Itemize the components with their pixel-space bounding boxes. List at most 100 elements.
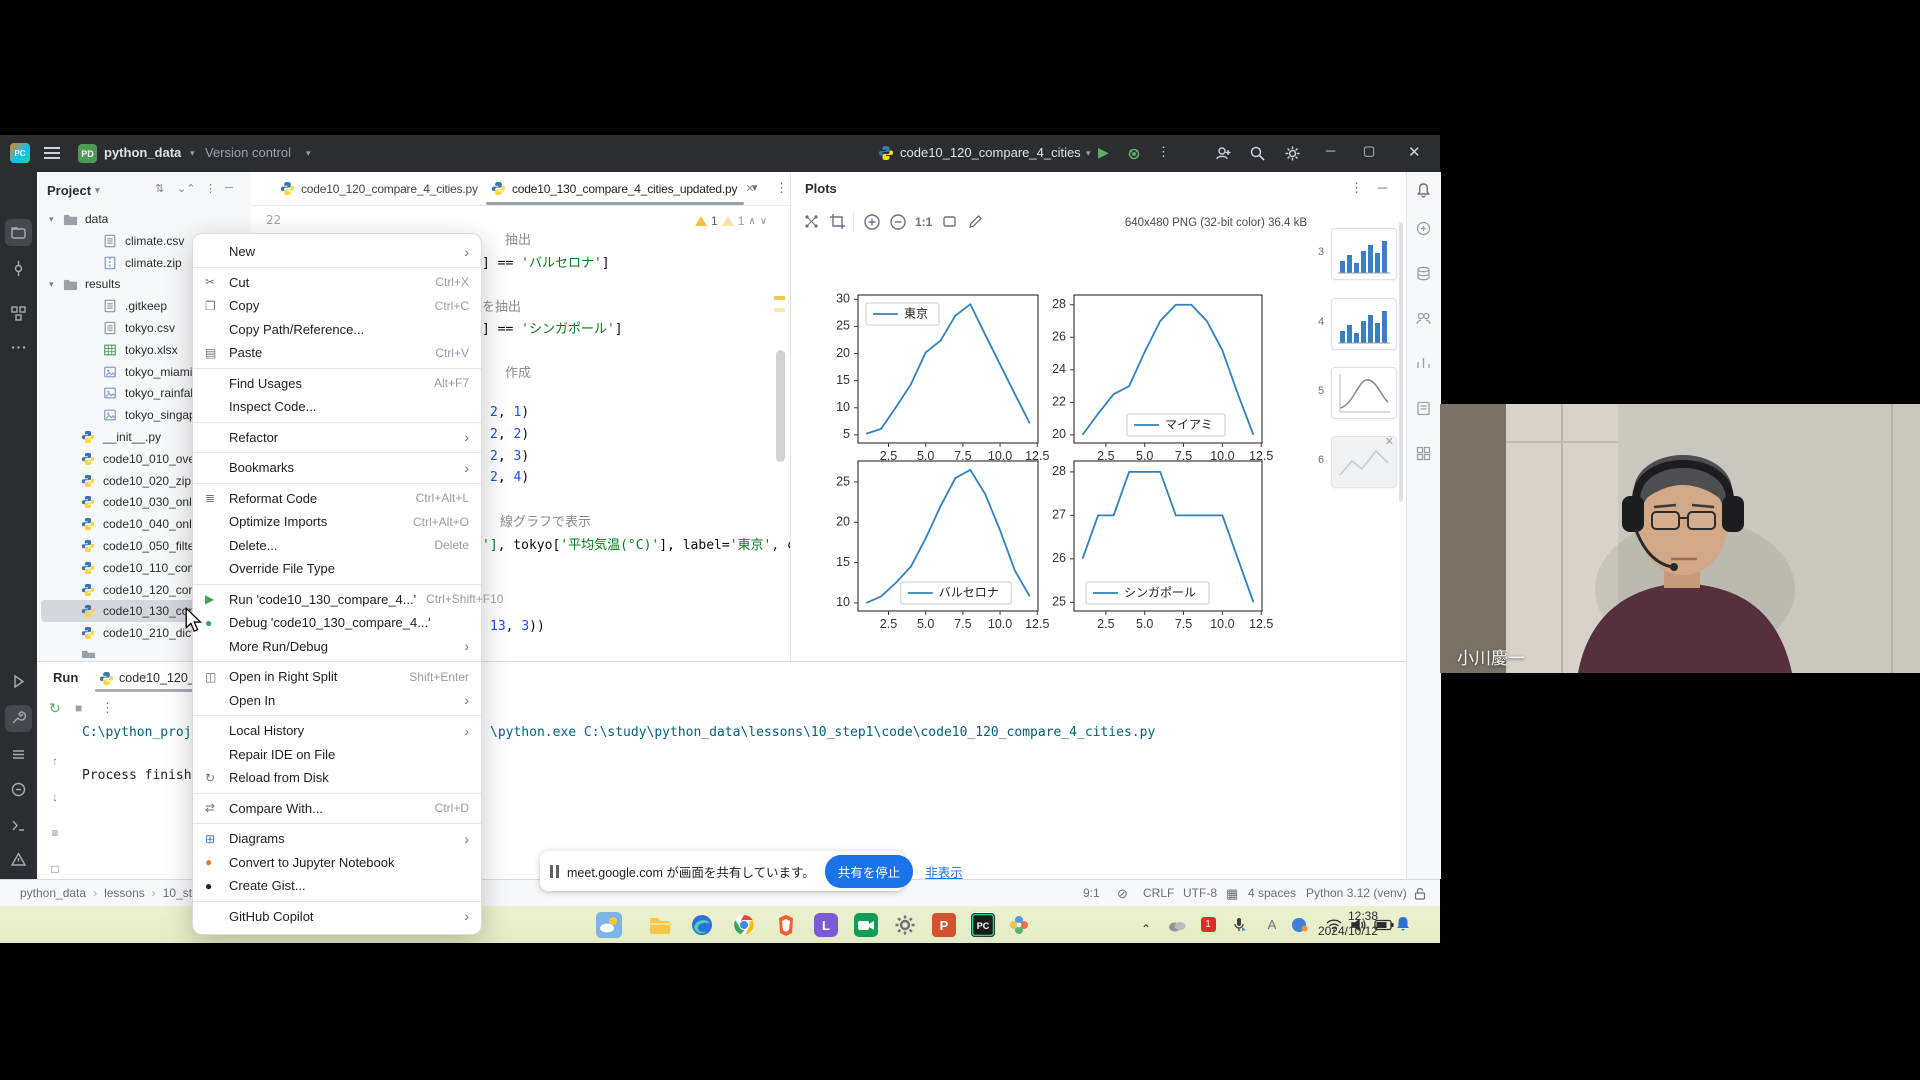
- taskbar-photos[interactable]: [1005, 911, 1032, 938]
- zoom-out-icon[interactable]: [889, 213, 907, 231]
- taskbar-clock[interactable]: 12:38 2024/10/12: [1318, 909, 1378, 939]
- project-panel-title[interactable]: Project▾: [47, 180, 100, 200]
- editor-tab-2[interactable]: code10_130_compare_4_cities_updated.py✕: [491, 172, 754, 205]
- python-interpreter[interactable]: Python 3.12 (venv): [1306, 886, 1407, 900]
- menu-item-paste[interactable]: ▤PasteCtrl+V: [193, 341, 481, 365]
- menu-item-find-usages[interactable]: Find UsagesAlt+F7: [193, 372, 481, 396]
- scroll-down-icon[interactable]: ↓: [52, 790, 58, 804]
- stop-sharing-button[interactable]: 共有を停止: [825, 855, 914, 888]
- project-folder-icon[interactable]: [5, 219, 32, 246]
- inspections-level-icon[interactable]: ⊘: [1117, 886, 1128, 902]
- menu-item-more-run-debug[interactable]: More Run/Debug›: [193, 635, 481, 659]
- taskbar-settings[interactable]: [891, 911, 918, 938]
- structure-icon[interactable]: [5, 300, 32, 327]
- menu-item-optimize-imports[interactable]: Optimize ImportsCtrl+Alt+O: [193, 510, 481, 534]
- indent-style[interactable]: 4 spaces: [1248, 886, 1296, 900]
- profiler-icon[interactable]: [1415, 355, 1432, 377]
- crop-frame-icon[interactable]: [829, 213, 846, 230]
- caret-position[interactable]: 9:1: [1083, 886, 1100, 900]
- run-configuration-selector[interactable]: code10_120_compare_4_cities: [900, 145, 1081, 160]
- menu-item-open-in-right-split[interactable]: ◫Open in Right SplitShift+Enter: [193, 665, 481, 689]
- rerun-icon[interactable]: ↻: [49, 700, 61, 717]
- code-with-me-icon[interactable]: [1215, 145, 1232, 162]
- zoom-actual-size-button[interactable]: 1:1: [915, 215, 932, 229]
- menu-item-debug-code10-130-compare-4[interactable]: ●Debug 'code10_130_compare_4...': [193, 611, 481, 635]
- plot-thumbnail-6[interactable]: ✕: [1331, 436, 1397, 488]
- thumbnails-scrollbar[interactable]: [1399, 222, 1403, 502]
- menu-item-diagrams[interactable]: ⊞Diagrams›: [193, 827, 481, 851]
- taskbar-weather-widget[interactable]: [595, 911, 622, 938]
- pycharm-logo-icon[interactable]: PC: [10, 143, 30, 163]
- menu-item-cut[interactable]: ✂CutCtrl+X: [193, 271, 481, 295]
- plots-options-icon[interactable]: ⋮: [1350, 180, 1363, 196]
- menu-item-repair-ide-on-file[interactable]: Repair IDE on File: [193, 743, 481, 767]
- menu-item-reload-from-disk[interactable]: ↻Reload from Disk: [193, 766, 481, 790]
- problems-icon[interactable]: [5, 846, 32, 873]
- menu-item-inspect-code[interactable]: Inspect Code...: [193, 395, 481, 419]
- zoom-in-icon[interactable]: [863, 213, 881, 231]
- chevron-expanded-icon[interactable]: ▾: [49, 279, 63, 290]
- taskbar-powerpoint[interactable]: P: [930, 911, 957, 938]
- ai-assistant-icon[interactable]: [1415, 220, 1432, 242]
- close-thumbnail-icon[interactable]: ✕: [1385, 435, 1394, 448]
- menu-item-github-copilot[interactable]: GitHub Copilot›: [193, 905, 481, 929]
- tray-sphere[interactable]: [1288, 911, 1312, 938]
- documentation-icon[interactable]: [1415, 400, 1432, 422]
- taskbar-meet[interactable]: [852, 911, 879, 938]
- scroll-up-icon[interactable]: ↑: [52, 754, 58, 768]
- plots-hide-icon[interactable]: ─: [1378, 180, 1387, 195]
- dependencies-icon[interactable]: [1415, 445, 1432, 467]
- more-tools-icon[interactable]: [5, 334, 32, 361]
- hamburger-menu-icon[interactable]: [44, 147, 60, 159]
- menu-item-refactor[interactable]: Refactor›: [193, 426, 481, 450]
- console-toolbar[interactable]: ↑ ↓ ≡ □: [45, 754, 65, 876]
- line-separator[interactable]: CRLF: [1143, 886, 1174, 900]
- database-icon[interactable]: [1415, 265, 1432, 287]
- menu-item-copy[interactable]: ❐CopyCtrl+C: [193, 294, 481, 318]
- menu-item-delete[interactable]: Delete...Delete: [193, 534, 481, 558]
- notification-bell-icon[interactable]: [1394, 915, 1412, 933]
- packages-icon[interactable]: [5, 741, 32, 768]
- next-problem-icon[interactable]: ∨: [760, 216, 767, 227]
- menu-item-open-in[interactable]: Open In›: [193, 689, 481, 713]
- file-encoding[interactable]: UTF-8: [1183, 886, 1217, 900]
- plot-thumbnail-3[interactable]: [1331, 228, 1397, 280]
- menu-item-compare-with[interactable]: ⇄Compare With...Ctrl+D: [193, 797, 481, 821]
- menu-item-bookmarks[interactable]: Bookmarks›: [193, 456, 481, 480]
- tray-mic[interactable]: [1227, 911, 1251, 938]
- clear-console-icon[interactable]: □: [51, 862, 58, 876]
- services-icon[interactable]: [5, 705, 32, 732]
- breadcrumb[interactable]: python_data› lessons› 10_ste: [20, 886, 199, 900]
- taskbar-edge[interactable]: [688, 911, 715, 938]
- prev-problem-icon[interactable]: ∧: [748, 216, 755, 227]
- lock-icon[interactable]: [1414, 887, 1426, 900]
- menu-item-run-code10-130-compare-4[interactable]: ▶Run 'code10_130_compare_4...'Ctrl+Shift…: [193, 588, 481, 612]
- hide-link[interactable]: 非表示: [925, 862, 963, 881]
- fit-to-view-icon[interactable]: [941, 213, 958, 230]
- menu-item-copy-path-reference[interactable]: Copy Path/Reference...: [193, 318, 481, 342]
- plot-thumbnail-4[interactable]: [1331, 298, 1397, 350]
- menu-item-override-file-type[interactable]: Override File Type: [193, 557, 481, 581]
- commit-icon[interactable]: [5, 255, 32, 282]
- menu-item-create-gist[interactable]: ●Create Gist...: [193, 874, 481, 898]
- vcs-widget[interactable]: Version control: [205, 145, 291, 160]
- run-button[interactable]: ▶: [1098, 144, 1109, 161]
- edit-pencil-icon[interactable]: [967, 213, 984, 230]
- plot-thumbnail-5[interactable]: [1331, 367, 1397, 419]
- tray-badge-1[interactable]: 1: [1196, 911, 1220, 938]
- collapse-all-icon[interactable]: ⌄⌃: [177, 182, 195, 195]
- learn-icon[interactable]: [1415, 310, 1432, 332]
- taskbar-pycharm[interactable]: PC: [969, 911, 996, 938]
- terminal-icon[interactable]: [5, 812, 32, 839]
- menu-item-convert-to-jupyter-notebook[interactable]: ●Convert to Jupyter Notebook: [193, 851, 481, 875]
- hide-panel-icon[interactable]: ─: [225, 182, 233, 194]
- search-icon[interactable]: [1249, 145, 1266, 162]
- stop-icon[interactable]: ■: [75, 701, 82, 715]
- run-icon[interactable]: [5, 668, 32, 695]
- taskbar-brave[interactable]: [772, 911, 799, 938]
- window-close-button[interactable]: ✕: [1408, 143, 1421, 161]
- taskbar-explorer[interactable]: [646, 911, 673, 938]
- panel-options-icon[interactable]: ⋮: [205, 182, 216, 195]
- project-badge[interactable]: PD: [78, 144, 97, 163]
- editor-tab-1[interactable]: code10_120_compare_4_cities.py: [280, 172, 478, 205]
